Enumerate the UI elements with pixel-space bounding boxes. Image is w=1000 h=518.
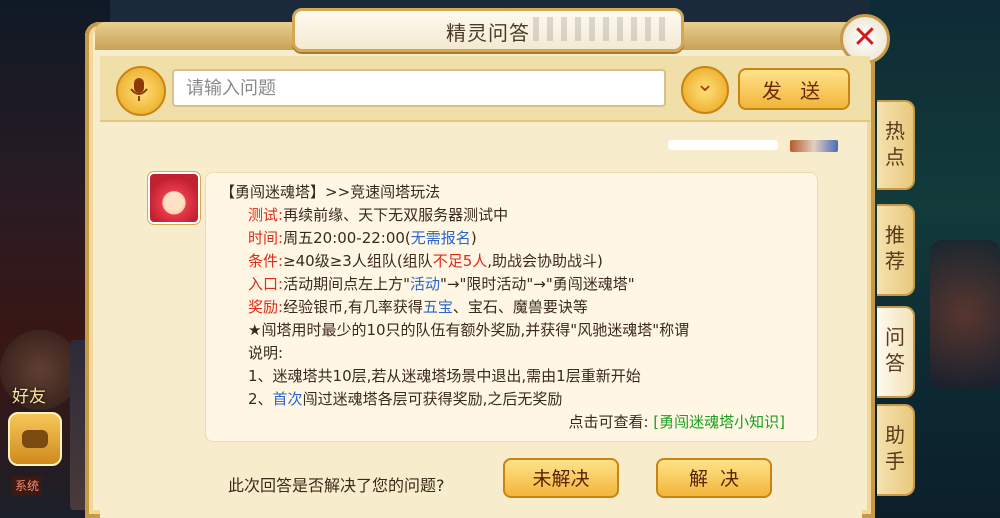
- assistant-avatar: [148, 172, 200, 224]
- tab-assistant[interactable]: 助手: [877, 404, 915, 496]
- answer-link-row: 点击可查看: [勇闯迷魂塔小知识]: [568, 413, 785, 431]
- answer-bubble: 【勇闯迷魂塔】>>竞速闯塔玩法 测试:再续前缘、天下无双服务器测试中 时间:周五…: [205, 172, 818, 442]
- microphone-button[interactable]: [116, 66, 166, 116]
- solved-button[interactable]: 解决: [656, 458, 772, 498]
- answer-notes-key: 说明:: [248, 344, 284, 362]
- answer-heading: 【勇闯迷魂塔】>>竞速闯塔玩法: [220, 183, 441, 201]
- character-sprite: [930, 240, 1000, 390]
- answer-condition-line: 条件:≥40级≥3人组队(组队不足5人,助战会协助战斗): [248, 252, 603, 270]
- send-button[interactable]: 发 送: [738, 68, 850, 110]
- title-plate: 精灵问答: [292, 8, 684, 52]
- answer-note-2: 2、首次闯过迷魂塔各层可获得奖励,之后无奖励: [248, 390, 563, 408]
- question-input[interactable]: [174, 71, 664, 105]
- answer-reward-line: 奖励:经验银币,有几率获得五宝、宝石、魔兽要诀等: [248, 298, 588, 316]
- history-dropdown-button[interactable]: ⌄: [681, 66, 729, 114]
- chevron-down-icon: ⌄: [695, 72, 715, 97]
- answer-test-line: 测试:再续前缘、天下无双服务器测试中: [248, 206, 509, 224]
- microphone-icon: [130, 78, 148, 101]
- friend-label[interactable]: 好友: [12, 382, 46, 407]
- answer-entry-line: 入口:活动期间点左上方"活动"→"限时活动"→"勇闯迷魂塔": [248, 275, 635, 293]
- tab-qa[interactable]: 问答: [877, 306, 915, 398]
- system-ticker: 系统: [12, 476, 43, 495]
- tab-recommend[interactable]: 推荐: [877, 204, 915, 296]
- answer-time-line: 时间:周五20:00-22:00(无需报名): [248, 229, 477, 247]
- feedback-question: 此次回答是否解决了您的问题?: [228, 476, 445, 495]
- answer-star-line: ★闯塔用时最少的10只的队伍有额外奖励,并获得"风驰迷魂塔"称谓: [248, 321, 690, 339]
- dialog-title: 精灵问答: [446, 21, 530, 45]
- question-input-box[interactable]: [172, 69, 666, 107]
- previous-message-bubble: [668, 140, 778, 150]
- answer-note-1: 1、迷魂塔共10层,若从迷魂塔场景中退出,需由1层重新开始: [248, 367, 641, 385]
- tab-hot[interactable]: 热点: [877, 100, 915, 190]
- unsolved-button[interactable]: 未解决: [503, 458, 619, 498]
- knowledge-link[interactable]: [勇闯迷魂塔小知识]: [653, 413, 785, 431]
- chat-bubble-icon[interactable]: [8, 412, 62, 466]
- previous-message-image: [790, 140, 838, 152]
- close-icon: ✕: [852, 20, 878, 55]
